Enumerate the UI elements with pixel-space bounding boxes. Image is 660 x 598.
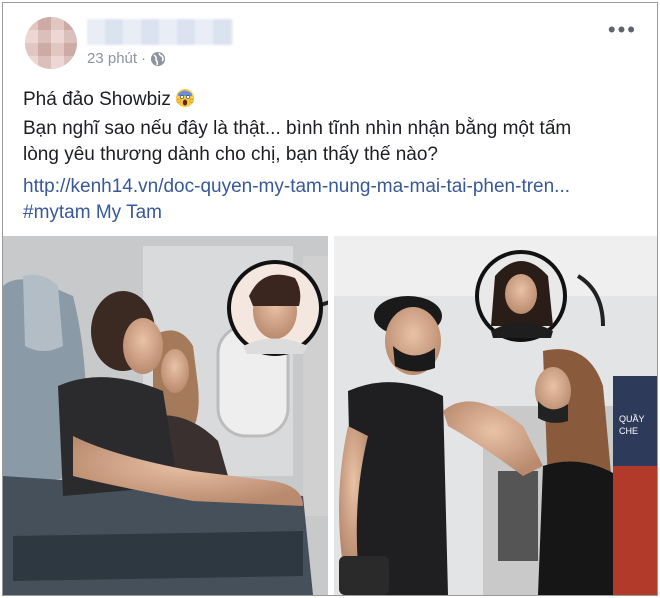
post-line-3: lòng yêu thương dành cho chị, bạn thấy t… [23,144,438,165]
screaming-face-emoji-icon [175,88,195,116]
post-photo[interactable]: QUẦY CHE [3,236,657,595]
post-meta: 23 phút · [87,50,166,67]
avatar[interactable] [25,17,77,69]
post-text: Phá đảo Showbiz Bạn nghĩ sao nếu đây là … [23,87,643,168]
article-link[interactable]: http://kenh14.vn/doc-quyen-my-tam-nung-m… [23,174,570,200]
post-time[interactable]: 23 phút [87,50,137,67]
sign-text-2: CHE [619,426,638,436]
hashtag-link[interactable]: #mytam My Tam [23,200,570,226]
globe-icon[interactable] [150,51,166,67]
facebook-post: 23 phút · ••• Phá đảo Showbiz Bạn nghĩ s… [2,2,658,596]
more-options-icon[interactable]: ••• [608,17,637,43]
meta-separator: · [141,50,147,67]
post-line-1: Phá đảo Showbiz [23,89,171,110]
sign-text-1: QUẦY [619,414,645,424]
author-name-blurred[interactable] [87,19,233,45]
photo-collage-image: QUẦY CHE [3,236,657,595]
post-line-2: Bạn nghĩ sao nếu đây là thật... bình tĩn… [23,118,572,139]
post-links: http://kenh14.vn/doc-quyen-my-tam-nung-m… [23,174,570,226]
